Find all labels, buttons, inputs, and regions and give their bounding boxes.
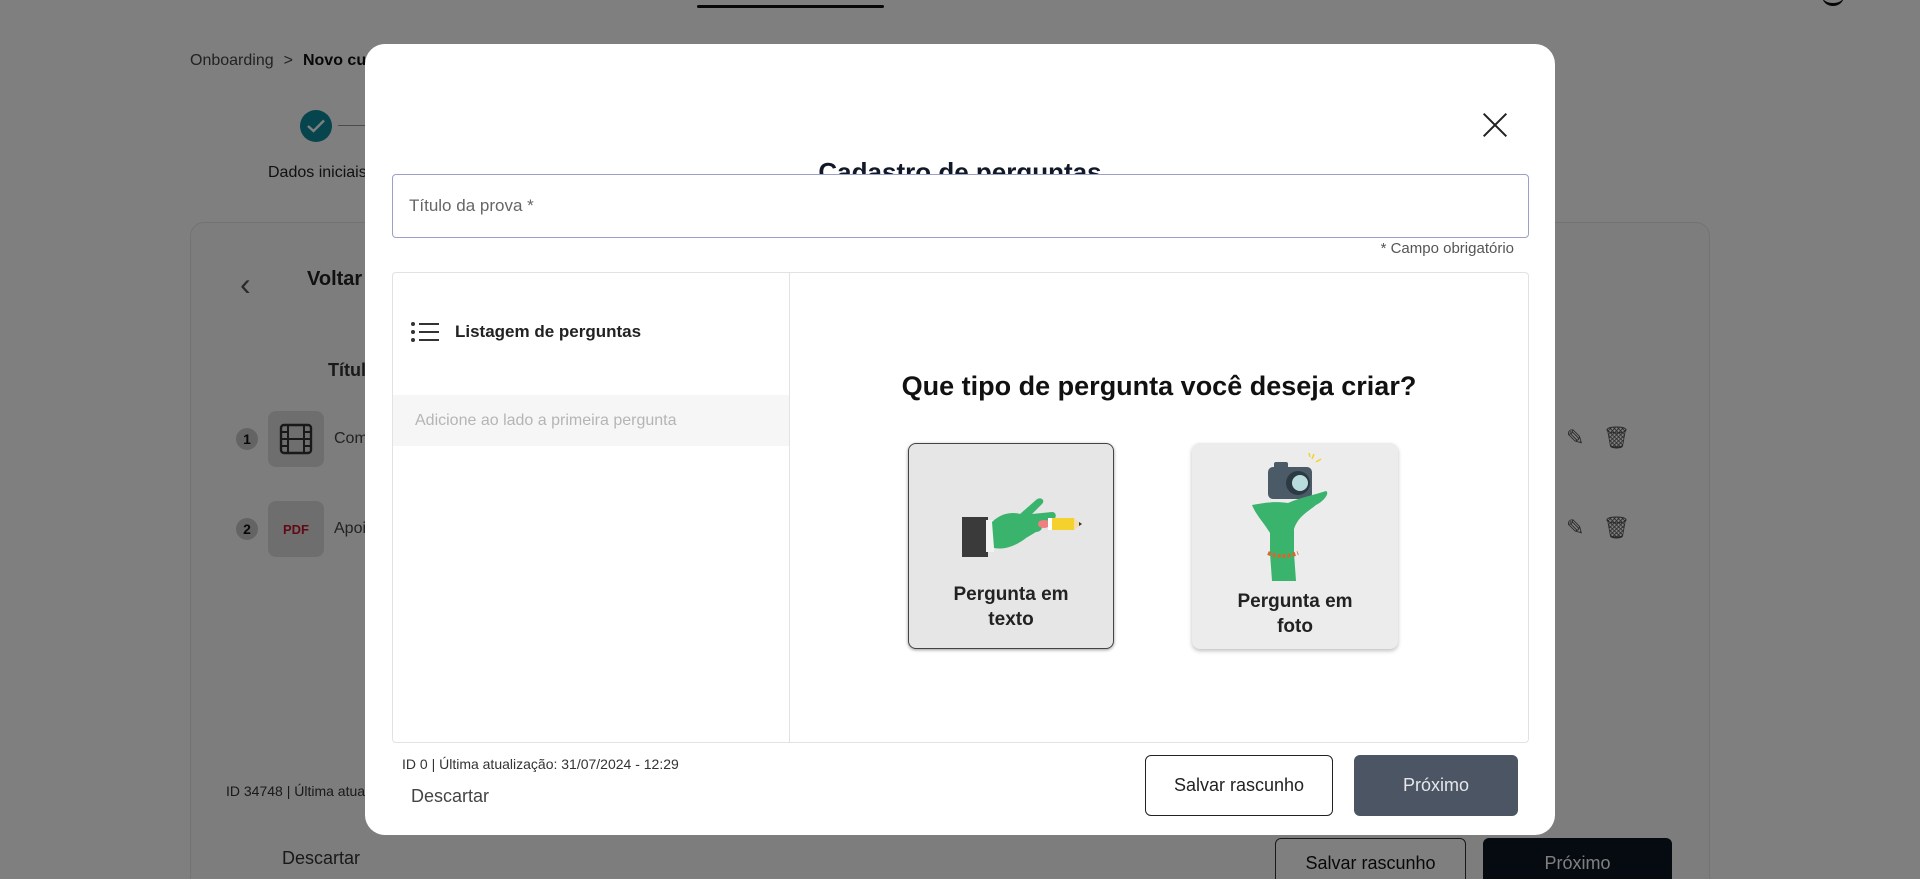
question-type-prompt: Que tipo de pergunta você deseja criar? [901,371,1417,401]
question-list-panel: Listagem de perguntas Adicione ao lado a… [393,273,790,742]
question-editor: Listagem de perguntas Adicione ao lado a… [392,272,1529,743]
hand-camera-icon [1252,453,1328,581]
hand-pencil-icon [962,498,1082,557]
question-list-header: Listagem de perguntas [411,321,641,343]
list-icon [411,321,439,343]
save-draft-button[interactable]: Salvar rascunho [1145,755,1333,816]
text-question-card[interactable]: Pergunta em texto [908,443,1114,649]
close-icon[interactable] [1482,112,1508,138]
text-question-label: Pergunta em texto [953,584,1069,630]
question-list-title: Listagem de perguntas [455,322,642,341]
empty-list-placeholder: Adicione ao lado a primeira pergunta [393,395,789,446]
next-button[interactable]: Próximo [1354,755,1518,816]
question-register-modal: Cadastro de perguntas * Campo obrigatóri… [365,44,1555,835]
photo-question-card[interactable]: Pergunta em foto [1192,443,1398,649]
exam-title-input[interactable] [392,174,1529,238]
photo-question-label: Pergunta em foto [1237,591,1353,637]
id-status: ID 0 | Última atualização: 31/07/2024 - … [402,756,679,772]
required-field-note: * Campo obrigatório [1380,240,1514,257]
question-type-panel: Que tipo de pergunta você deseja criar? … [790,273,1528,742]
discard-button[interactable]: Descartar [411,786,489,807]
